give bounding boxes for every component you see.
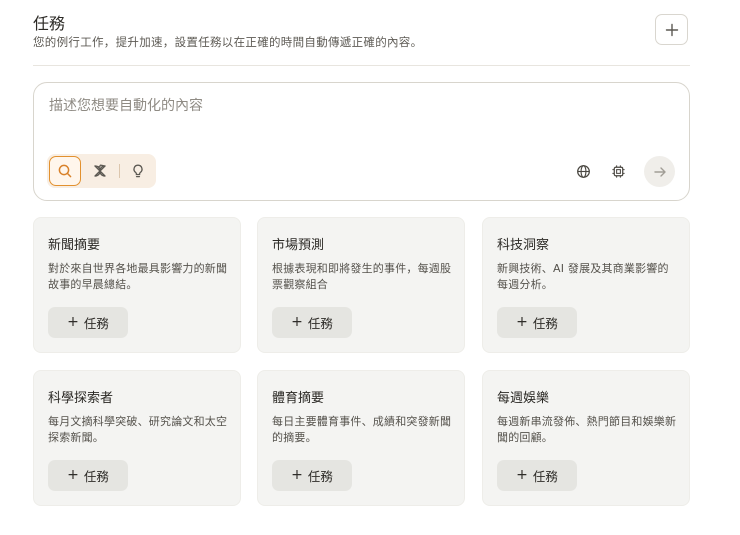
mode-ideas-button[interactable] xyxy=(122,156,154,186)
task-description-input[interactable] xyxy=(47,93,651,147)
chip-icon xyxy=(611,164,625,178)
send-button[interactable] xyxy=(644,156,675,187)
card-title: 市場預測 xyxy=(272,238,325,253)
template-card: 科技洞察 新興技術、AI 發展及其商業影響的每週分析。 + 任務 xyxy=(482,217,690,353)
plus-icon: + xyxy=(516,467,528,483)
lightbulb-icon xyxy=(133,164,143,178)
arrow-right-icon xyxy=(653,166,666,177)
task-composer xyxy=(33,82,690,201)
card-description: 每月文摘科學突破、研究論文和太空探索新聞。 xyxy=(48,415,228,444)
card-description: 新興技術、AI 發展及其商業影響的每週分析。 xyxy=(497,262,669,291)
mode-search-button[interactable] xyxy=(49,156,81,186)
template-card: 新聞摘要 對於來自世界各地最具影響力的新聞故事的早晨總結。 + 任務 xyxy=(33,217,241,353)
card-description: 對於來自世界各地最具影響力的新聞故事的早晨總結。 xyxy=(48,262,228,291)
plus-icon xyxy=(665,23,678,36)
add-task-from-template-button[interactable]: + 任務 xyxy=(272,460,352,491)
header-divider xyxy=(33,65,690,66)
mode-research-button[interactable] xyxy=(84,156,116,186)
button-label: 任務 xyxy=(83,316,109,331)
plus-icon: + xyxy=(516,314,528,330)
template-card: 市場預測 根據表現和即將發生的事件，每週股票觀察組合 + 任務 xyxy=(257,217,465,353)
web-search-toggle[interactable] xyxy=(570,158,596,184)
card-title: 體育摘要 xyxy=(272,391,325,406)
sparkle-icon xyxy=(94,164,106,177)
card-description: 根據表現和即將發生的事件，每週股票觀察組合 xyxy=(272,262,452,291)
plus-icon: + xyxy=(67,314,79,330)
page-subtitle: 您的例行工作，提升加速，設置任務以在正確的時間自動傳遞正確的內容。 xyxy=(33,35,423,49)
card-title: 每週娛樂 xyxy=(497,391,550,406)
add-task-from-template-button[interactable]: + 任務 xyxy=(48,307,128,338)
add-task-from-template-button[interactable]: + 任務 xyxy=(48,460,128,491)
add-task-from-template-button[interactable]: + 任務 xyxy=(497,307,577,338)
plus-icon: + xyxy=(291,314,303,330)
add-task-from-template-button[interactable]: + 任務 xyxy=(497,460,577,491)
button-label: 任務 xyxy=(532,316,558,331)
page-title: 任務 xyxy=(33,14,66,33)
card-description: 每週新串流發佈、熱門節目和娛樂新聞的回顧。 xyxy=(497,415,677,444)
card-description: 每日主要體育事件、成績和突發新聞的摘要。 xyxy=(272,415,452,444)
card-title: 科技洞察 xyxy=(497,238,550,253)
plus-icon: + xyxy=(67,467,79,483)
tasks-page: 任務 您的例行工作，提升加速，設置任務以在正確的時間自動傳遞正確的內容。 描述您… xyxy=(0,0,740,535)
model-selector-button[interactable] xyxy=(605,158,631,184)
template-card: 科學探索者 每月文摘科學突破、研究論文和太空探索新聞。 + 任務 xyxy=(33,370,241,506)
plus-icon: + xyxy=(291,467,303,483)
search-icon xyxy=(58,164,72,178)
mode-selector xyxy=(47,154,156,188)
card-title: 科學探索者 xyxy=(48,391,114,406)
globe-icon xyxy=(576,164,590,178)
button-label: 任務 xyxy=(532,469,558,484)
mode-separator xyxy=(119,164,120,178)
template-card: 體育摘要 每日主要體育事件、成績和突發新聞的摘要。 + 任務 xyxy=(257,370,465,506)
button-label: 任務 xyxy=(307,316,333,331)
button-label: 任務 xyxy=(307,469,333,484)
add-task-from-template-button[interactable]: + 任務 xyxy=(272,307,352,338)
add-task-button[interactable] xyxy=(655,14,688,45)
button-label: 任務 xyxy=(83,469,109,484)
card-title: 新聞摘要 xyxy=(48,238,101,253)
template-card: 每週娛樂 每週新串流發佈、熱門節目和娛樂新聞的回顧。 + 任務 xyxy=(482,370,690,506)
